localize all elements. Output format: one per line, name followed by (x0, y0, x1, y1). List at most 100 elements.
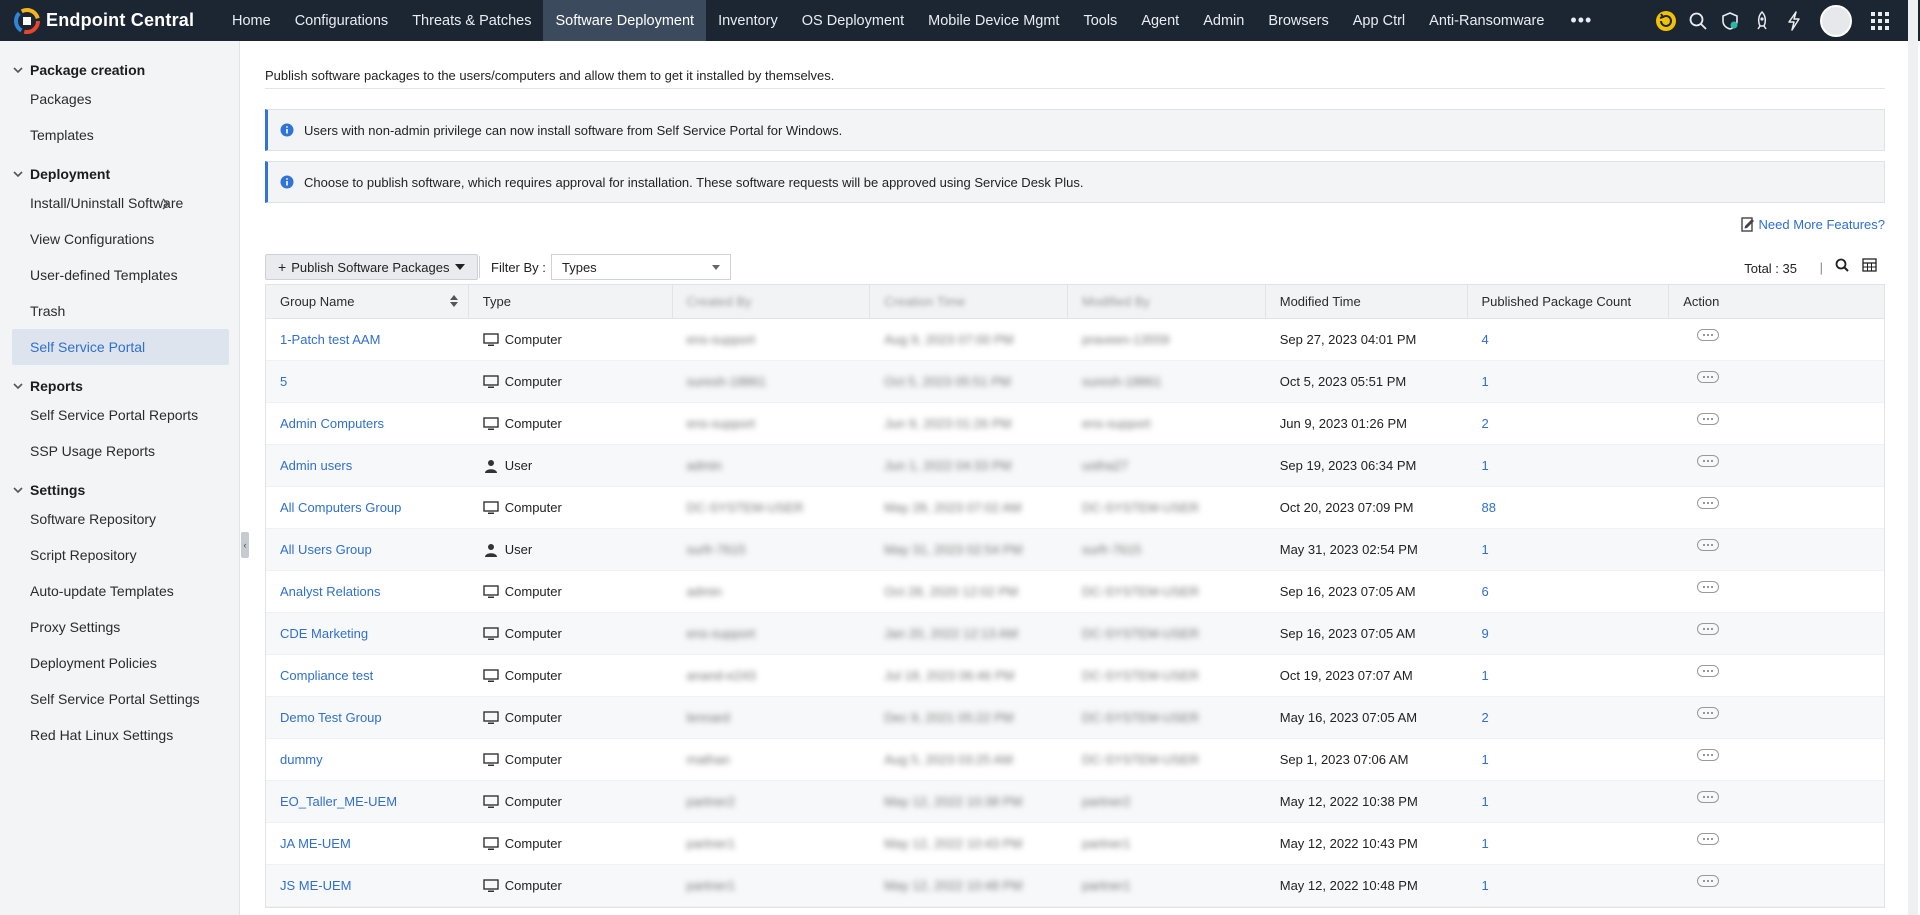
sidebar-item-self-service-portal[interactable]: Self Service Portal (12, 329, 229, 365)
group-name-link[interactable]: Admin Computers (266, 403, 469, 444)
more-actions-icon[interactable] (1697, 874, 1720, 887)
group-name-link[interactable]: All Computers Group (266, 487, 469, 528)
sidebar-item-trash[interactable]: Trash (0, 293, 239, 329)
column-header-modified-time[interactable]: Modified Time (1266, 285, 1468, 318)
sidebar-item-auto-update-templates[interactable]: Auto-update Templates (0, 573, 239, 609)
sidebar-item-view-configurations[interactable]: View Configurations (0, 221, 239, 257)
group-name-link[interactable]: dummy (266, 739, 469, 780)
package-count-link[interactable]: 2 (1468, 697, 1670, 738)
nav-item-agent[interactable]: Agent (1129, 0, 1191, 41)
sidebar-collapse-handle[interactable]: ‹ (241, 532, 249, 558)
nav-item-threats-patches[interactable]: Threats & Patches (400, 0, 543, 41)
group-name-link[interactable]: 5 (266, 361, 469, 402)
more-actions-icon[interactable] (1697, 664, 1720, 677)
sidebar-item-deployment-policies[interactable]: Deployment Policies (0, 645, 239, 681)
column-header-group-name[interactable]: Group Name (266, 285, 469, 318)
group-name-link[interactable]: 1-Patch test AAM (266, 319, 469, 360)
update-icon[interactable] (1650, 0, 1682, 41)
nav-item-inventory[interactable]: Inventory (706, 0, 790, 41)
more-actions-icon[interactable] (1697, 706, 1720, 719)
group-name-link[interactable]: Admin users (266, 445, 469, 486)
more-actions-icon[interactable] (1697, 790, 1720, 803)
more-actions-icon[interactable] (1697, 496, 1720, 509)
package-count-link[interactable]: 1 (1468, 445, 1670, 486)
sidebar-item-user-defined-templates[interactable]: User-defined Templates (0, 257, 239, 293)
lightning-icon[interactable] (1778, 0, 1810, 41)
package-count-link[interactable]: 1 (1468, 529, 1670, 570)
sidebar-item-self-service-portal-reports[interactable]: Self Service Portal Reports (0, 397, 239, 433)
nav-item-tools[interactable]: Tools (1071, 0, 1129, 41)
package-count-link[interactable]: 6 (1468, 571, 1670, 612)
page-scrollbar[interactable] (1908, 0, 1918, 915)
column-header-created-by[interactable]: Created By (673, 285, 871, 318)
group-name-link[interactable]: EO_Taller_ME-UEM (266, 781, 469, 822)
group-name-link[interactable]: Demo Test Group (266, 697, 469, 738)
package-count-link[interactable]: 2 (1468, 403, 1670, 444)
nav-item-home[interactable]: Home (220, 0, 283, 41)
package-count-link[interactable]: 9 (1468, 613, 1670, 654)
more-menu-icon[interactable]: ••• (1556, 0, 1606, 41)
nav-item-anti-ransomware[interactable]: Anti-Ransomware (1417, 0, 1556, 41)
sidebar-section-header[interactable]: Reports (0, 375, 239, 397)
brand[interactable]: Endpoint Central (0, 0, 220, 41)
nav-item-configurations[interactable]: Configurations (283, 0, 401, 41)
nav-item-software-deployment[interactable]: Software Deployment (543, 0, 707, 41)
sidebar-item-software-repository[interactable]: Software Repository (0, 501, 239, 537)
sidebar-item-self-service-portal-settings[interactable]: Self Service Portal Settings (0, 681, 239, 717)
user-avatar[interactable] (1820, 4, 1852, 37)
group-name-link[interactable]: JS ME-UEM (266, 865, 469, 906)
sidebar-section-header[interactable]: Settings (0, 479, 239, 501)
sidebar-item-proxy-settings[interactable]: Proxy Settings (0, 609, 239, 645)
column-header-creation-time[interactable]: Creation Time (870, 285, 1068, 318)
more-actions-icon[interactable] (1697, 412, 1720, 425)
group-name-link[interactable]: JA ME-UEM (266, 823, 469, 864)
package-count-link[interactable]: 1 (1468, 823, 1670, 864)
nav-item-os-deployment[interactable]: OS Deployment (790, 0, 916, 41)
group-name-link[interactable]: Analyst Relations (266, 571, 469, 612)
package-count-link[interactable]: 1 (1468, 361, 1670, 402)
sidebar-section-header[interactable]: Package creation (0, 59, 239, 81)
column-header-action[interactable]: Action (1669, 285, 1884, 318)
group-name-link[interactable]: All Users Group (266, 529, 469, 570)
nav-item-admin[interactable]: Admin (1191, 0, 1256, 41)
package-count-link[interactable]: 1 (1468, 655, 1670, 696)
filter-type-select[interactable]: Types (551, 254, 731, 280)
more-actions-icon[interactable] (1697, 622, 1720, 635)
nav-item-browsers[interactable]: Browsers (1256, 0, 1340, 41)
table-search-icon[interactable] (1835, 258, 1849, 272)
app-grid-icon[interactable] (1864, 0, 1896, 41)
package-count-link[interactable]: 1 (1468, 865, 1670, 906)
column-header-type[interactable]: Type (469, 285, 673, 318)
sidebar-item-script-repository[interactable]: Script Repository (0, 537, 239, 573)
publish-software-packages-button[interactable]: + Publish Software Packages (265, 254, 479, 280)
more-actions-icon[interactable] (1697, 748, 1720, 761)
more-actions-icon[interactable] (1697, 538, 1720, 551)
package-count-link[interactable]: 1 (1468, 781, 1670, 822)
sidebar-item-templates[interactable]: Templates (0, 117, 239, 153)
group-name-link[interactable]: CDE Marketing (266, 613, 469, 654)
sort-icon[interactable] (449, 295, 458, 310)
group-name-link[interactable]: Compliance test (266, 655, 469, 696)
more-actions-icon[interactable] (1697, 328, 1720, 341)
rocket-icon[interactable] (1746, 0, 1778, 41)
shield-icon[interactable] (1714, 0, 1746, 41)
sidebar-item-packages[interactable]: Packages (0, 81, 239, 117)
more-actions-icon[interactable] (1697, 580, 1720, 593)
column-header-modified-by[interactable]: Modified By (1068, 285, 1266, 318)
more-actions-icon[interactable] (1697, 454, 1720, 467)
package-count-link[interactable]: 88 (1468, 487, 1670, 528)
need-more-features-link[interactable]: Need More Features? (1740, 217, 1885, 232)
package-count-link[interactable]: 1 (1468, 739, 1670, 780)
sidebar-section-header[interactable]: Deployment (0, 163, 239, 185)
sidebar-item-ssp-usage-reports[interactable]: SSP Usage Reports (0, 433, 239, 469)
column-chooser-icon[interactable] (1862, 258, 1877, 272)
more-actions-icon[interactable] (1697, 832, 1720, 845)
nav-item-app-ctrl[interactable]: App Ctrl (1341, 0, 1417, 41)
sidebar-item-install-uninstall-software[interactable]: Install/Uninstall Software (0, 185, 239, 221)
search-icon[interactable] (1682, 0, 1714, 41)
nav-item-mobile-device-mgmt[interactable]: Mobile Device Mgmt (916, 0, 1071, 41)
package-count-link[interactable]: 4 (1468, 319, 1670, 360)
more-actions-icon[interactable] (1697, 370, 1720, 383)
sidebar-item-red-hat-linux-settings[interactable]: Red Hat Linux Settings (0, 717, 239, 753)
column-header-published-package-count[interactable]: Published Package Count (1468, 285, 1670, 318)
